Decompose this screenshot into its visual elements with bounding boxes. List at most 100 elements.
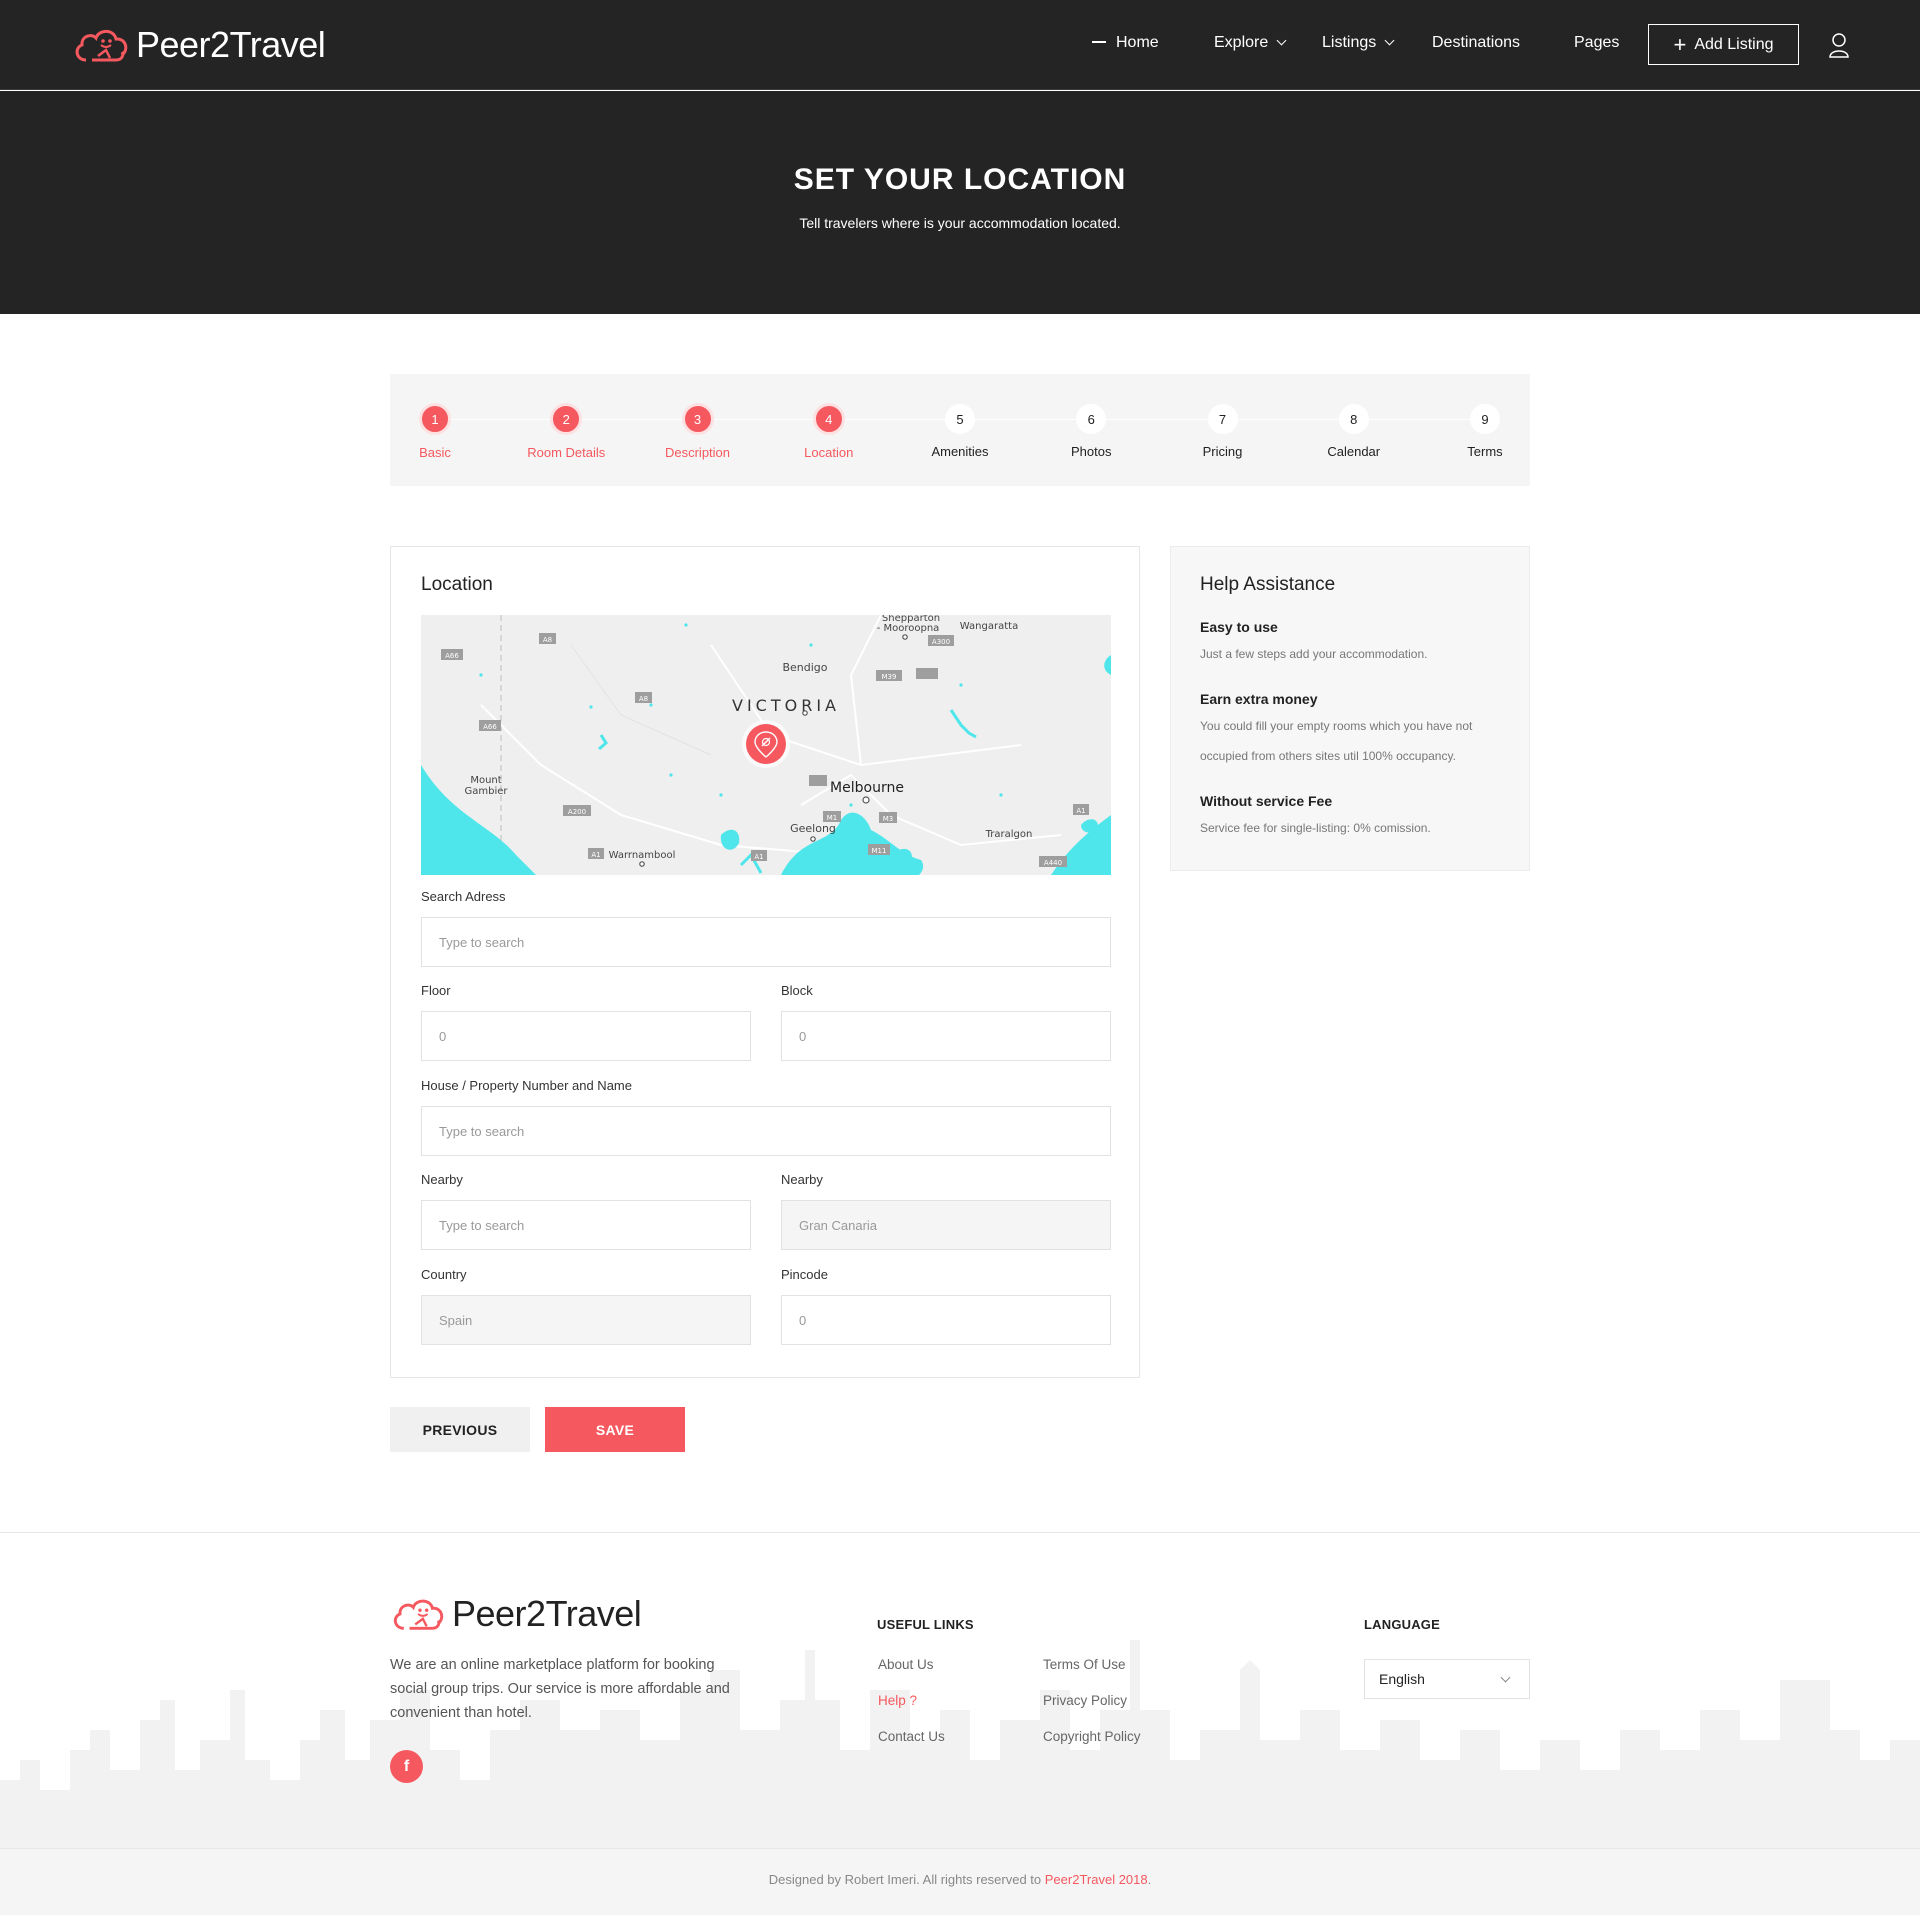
map-place-geelong: Geelong [790, 822, 836, 835]
save-button[interactable]: SAVE [545, 1407, 685, 1452]
page-title: SET YOUR LOCATION [793, 163, 1127, 196]
country-label: Country [421, 1267, 467, 1282]
map-place-wangaratta: Wangaratta [960, 621, 1018, 632]
top-navbar: Peer2Travel Home Explore Listings Destin… [0, 0, 1920, 90]
footer-brand-name: Peer2Travel [452, 1593, 642, 1634]
chevron-down-icon [1384, 35, 1395, 46]
footer-link-help[interactable]: Help ? [878, 1693, 917, 1708]
step-amenities[interactable]: 5 Amenities [900, 404, 1020, 459]
footer-logo[interactable]: Peer2Travel [390, 1593, 642, 1635]
copyright-bar: Designed by Robert Imeri. All rights res… [0, 1848, 1920, 1915]
active-dash-icon [1092, 41, 1106, 43]
country-input[interactable]: Spain [421, 1295, 751, 1345]
step-number: 3 [681, 403, 714, 435]
help-text: Service fee for single-listing: 0% comis… [1200, 821, 1431, 835]
step-label: Location [804, 445, 854, 460]
step-description[interactable]: 3 Description [638, 403, 758, 460]
help-heading: Without service Fee [1200, 793, 1333, 809]
help-heading: Easy to use [1200, 619, 1278, 635]
language-select[interactable]: English [1364, 1659, 1530, 1699]
step-photos[interactable]: 6 Photos [1031, 404, 1151, 459]
step-label: Photos [1071, 444, 1112, 459]
step-number: 5 [945, 404, 975, 434]
map-road-label: A1 [591, 851, 600, 859]
map-road-label: A66 [483, 723, 497, 731]
step-calendar[interactable]: 8 Calendar [1294, 404, 1414, 459]
add-listing-button[interactable]: + Add Listing [1648, 24, 1799, 65]
map-road-label: A200 [568, 808, 586, 816]
map-road-label: M11 [872, 847, 887, 855]
help-text: Just a few steps add your accommodation. [1200, 647, 1428, 661]
chevron-down-icon [1500, 1672, 1511, 1683]
location-card-title: Location [421, 574, 493, 595]
location-card: Location A66 A8 A8 A66 A300 M39 A200 A1 … [390, 546, 1140, 1378]
copyright-brand-link[interactable]: Peer2Travel 2018 [1045, 1872, 1148, 1887]
nav-home[interactable]: Home [1092, 34, 1159, 52]
footer-link-copyright[interactable]: Copyright Policy [1043, 1729, 1141, 1744]
map-road-label: A1 [754, 853, 763, 861]
nearby-label: Nearby [421, 1172, 463, 1187]
block-input[interactable]: 0 [781, 1011, 1111, 1061]
map-road-label: M1 [827, 814, 838, 822]
nav-destinations[interactable]: Destinations [1432, 34, 1520, 52]
map-road-label: A440 [1044, 859, 1062, 867]
footer-about-text: We are an online marketplace platform fo… [390, 1657, 730, 1721]
step-label: Pricing [1202, 444, 1243, 459]
step-number: 8 [1338, 404, 1369, 434]
map-place-traralgon: Traralgon [985, 829, 1033, 840]
step-label: Basic [419, 445, 451, 460]
step-terms[interactable]: 9 Terms [1425, 404, 1545, 459]
footer-link-contact[interactable]: Contact Us [878, 1729, 945, 1744]
facebook-icon[interactable]: f [390, 1750, 423, 1783]
step-label: Description [664, 445, 731, 460]
house-number-input[interactable]: Type to search [421, 1106, 1111, 1156]
nav-pages-label: Pages [1574, 34, 1620, 51]
step-pricing[interactable]: 7 Pricing [1163, 404, 1283, 459]
step-number: 2 [550, 403, 583, 435]
step-number: 1 [419, 403, 451, 435]
nav-pages[interactable]: Pages [1574, 34, 1619, 52]
brand-logo[interactable]: Peer2Travel [72, 24, 326, 66]
page-subtitle: Tell travelers where is your accommodati… [799, 215, 1121, 231]
map-place-gambier: Gambier [464, 786, 508, 797]
footer-link-terms[interactable]: Terms Of Use [1043, 1657, 1126, 1672]
step-basic[interactable]: 1 Basic [375, 403, 495, 460]
map-road-label: A8 [543, 636, 552, 644]
step-label: Amenities [931, 444, 989, 459]
cloud-logo-icon [75, 29, 128, 62]
step-label: Room Details [527, 445, 606, 460]
map-road-label: A300 [932, 638, 950, 646]
add-listing-label: Add Listing [1694, 35, 1774, 53]
map-pin-marker[interactable] [742, 720, 790, 768]
map-road-label: A1 [1076, 807, 1085, 815]
nav-explore[interactable]: Explore [1214, 34, 1287, 52]
pincode-input[interactable]: 0 [781, 1295, 1111, 1345]
cloud-logo-icon [393, 1599, 444, 1630]
map-place-mount: Mount [470, 775, 501, 786]
step-number: 6 [1076, 404, 1107, 434]
footer-link-about[interactable]: About Us [878, 1657, 934, 1672]
previous-button[interactable]: PREVIOUS [390, 1407, 530, 1452]
map-place-melbourne: Melbourne [830, 780, 904, 796]
map-road-label: A66 [445, 652, 459, 660]
help-assistance-panel: Help Assistance Easy to use Just a few s… [1170, 546, 1530, 871]
footer-link-privacy[interactable]: Privacy Policy [1043, 1693, 1127, 1708]
useful-links-heading: USEFUL LINKS [877, 1617, 974, 1632]
search-address-input[interactable]: Type to search [421, 917, 1111, 967]
map-road-label: A8 [639, 695, 648, 703]
step-room-details[interactable]: 2 Room Details [506, 403, 626, 460]
help-title: Help Assistance [1200, 574, 1336, 595]
nearby-input[interactable]: Type to search [421, 1200, 751, 1250]
location-map[interactable]: A66 A8 A8 A66 A300 M39 A200 A1 A1 M1 M3 … [421, 615, 1111, 875]
floor-input[interactable]: 0 [421, 1011, 751, 1061]
progress-stepper: 1 Basic 2 Room Details 3 Description 4 Location… [390, 374, 1530, 486]
user-icon[interactable] [1828, 32, 1850, 58]
step-location[interactable]: 4 Location [769, 403, 889, 460]
nearby-input-2[interactable]: Gran Canaria [781, 1200, 1111, 1250]
help-heading: Earn extra money [1200, 691, 1318, 707]
block-label: Block [781, 983, 813, 998]
step-number: 9 [1470, 404, 1500, 434]
map-place-mooroopna: - Mooroopna [877, 623, 940, 634]
nav-listings[interactable]: Listings [1322, 34, 1395, 52]
nav-destinations-label: Destinations [1432, 34, 1521, 51]
